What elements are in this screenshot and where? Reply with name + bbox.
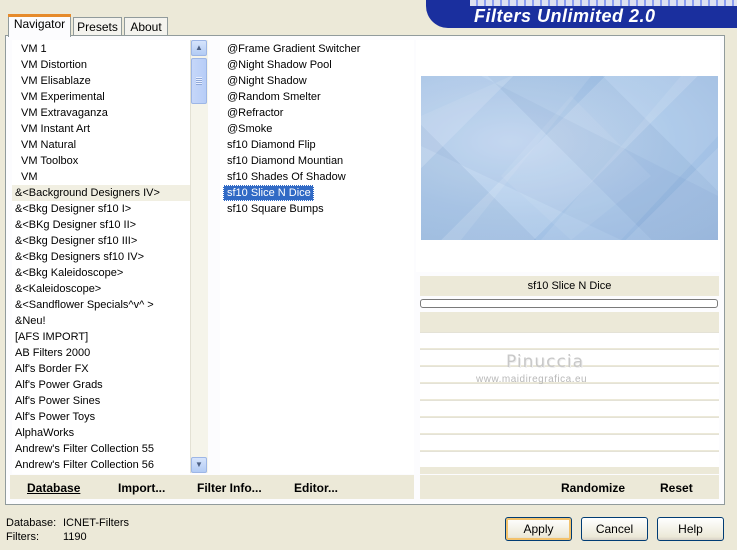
tab-navigator[interactable]: Navigator xyxy=(8,14,71,37)
database-button[interactable]: Database xyxy=(27,481,80,495)
scroll-up-button[interactable]: ▲ xyxy=(191,40,207,56)
list-item[interactable]: @Smoke xyxy=(223,121,275,137)
reset-button[interactable]: Reset xyxy=(660,481,693,495)
list-item[interactable]: @Night Shadow xyxy=(223,73,310,89)
list-item[interactable]: VM Toolbox xyxy=(12,153,190,169)
list-item[interactable]: VM Instant Art xyxy=(12,121,190,137)
scroll-down-button[interactable]: ▼ xyxy=(191,457,207,473)
chevron-down-icon: ▼ xyxy=(195,460,203,469)
database-value: ICNET-Filters xyxy=(63,517,129,529)
chevron-up-icon: ▲ xyxy=(195,43,203,52)
tab-presets[interactable]: Presets xyxy=(73,17,122,36)
list-item[interactable]: VM Experimental xyxy=(12,89,190,105)
list-item[interactable]: &<Sandflower Specials^v^ > xyxy=(12,297,190,313)
param-row[interactable] xyxy=(420,434,719,450)
category-list[interactable]: VM 1 VM Distortion VM Elisablaze VM Experim… xyxy=(12,40,190,474)
filter-list[interactable]: @Frame Gradient Switcher @Night Shadow Po… xyxy=(220,40,414,474)
list-item[interactable]: sf10 Square Bumps xyxy=(223,201,327,217)
list-item[interactable]: &Neu! xyxy=(12,313,190,329)
progress-bar xyxy=(420,299,718,308)
list-item[interactable]: AlphaWorks xyxy=(12,425,190,441)
randomize-button[interactable]: Randomize xyxy=(561,481,625,495)
list-item[interactable]: sf10 Shades Of Shadow xyxy=(223,169,349,185)
list-item[interactable]: Andrew's Filter Collection 55 xyxy=(12,441,190,457)
watermark-name: Pinuccia xyxy=(506,352,584,372)
list-item[interactable]: VM 1 xyxy=(12,41,190,57)
apply-button[interactable]: Apply xyxy=(505,517,572,541)
list-item[interactable]: VM Elisablaze xyxy=(12,73,190,89)
param-row[interactable] xyxy=(420,417,719,433)
selected-filter-name: sf10 Slice N Dice xyxy=(420,276,719,296)
list-item[interactable]: [AFS IMPORT] xyxy=(12,329,190,345)
scroll-thumb[interactable] xyxy=(191,58,207,104)
param-row[interactable] xyxy=(420,332,719,348)
grip-icon xyxy=(196,77,202,85)
preview-pattern xyxy=(421,76,718,240)
list-item[interactable]: @Refractor xyxy=(223,105,286,121)
editor-button[interactable]: Editor... xyxy=(294,481,338,495)
cancel-button[interactable]: Cancel xyxy=(581,517,648,541)
list-item[interactable]: VM xyxy=(12,169,190,185)
filters-label: Filters: xyxy=(6,531,39,543)
list-item[interactable]: &<Kaleidoscope> xyxy=(12,281,190,297)
preview-image xyxy=(421,76,718,240)
filters-count: 1190 xyxy=(63,531,87,543)
list-item[interactable]: Andrew's Filter Collection 56 xyxy=(12,457,190,473)
list-item[interactable]: sf10 Diamond Flip xyxy=(223,137,319,153)
param-row[interactable] xyxy=(420,451,719,467)
database-label: Database: xyxy=(6,517,57,529)
list-item[interactable]: &<Bkg Designers sf10 IV> xyxy=(12,249,190,265)
list-item[interactable]: Alf's Power Grads xyxy=(12,377,190,393)
filter-info-button[interactable]: Filter Info... xyxy=(197,481,262,495)
import-button[interactable]: Import... xyxy=(118,481,165,495)
parameter-area xyxy=(420,312,719,474)
list-item[interactable]: Alf's Power Toys xyxy=(12,409,190,425)
list-item[interactable]: sf10 Diamond Mountian xyxy=(223,153,346,169)
list-item[interactable]: Alf's Border FX xyxy=(12,361,190,377)
list-item[interactable]: &<Bkg Kaleidoscope> xyxy=(12,265,190,281)
list-item[interactable]: Alf's Power Sines xyxy=(12,393,190,409)
param-row[interactable] xyxy=(420,383,719,399)
list-item[interactable]: VM Distortion xyxy=(12,57,190,73)
list-item[interactable]: VM Natural xyxy=(12,137,190,153)
category-scrollbar[interactable]: ▲ ▼ xyxy=(190,40,208,473)
app-logo: Filters Unlimited 2.0 xyxy=(474,6,656,26)
tab-about[interactable]: About xyxy=(124,17,168,36)
list-item[interactable]: @Random Smelter xyxy=(223,89,324,105)
list-item[interactable]: &<Bkg Designer sf10 III> xyxy=(12,233,190,249)
list-item-selected[interactable]: sf10 Slice N Dice xyxy=(223,185,314,201)
list-item[interactable]: @Night Shadow Pool xyxy=(223,57,335,73)
list-item[interactable]: &<BKg Designer sf10 II> xyxy=(12,217,190,233)
list-item[interactable]: &<Bkg Designer sf10 I> xyxy=(12,201,190,217)
param-row[interactable] xyxy=(420,400,719,416)
watermark-site: www.maidiregrafica.eu xyxy=(476,374,588,385)
list-item[interactable]: @Frame Gradient Switcher xyxy=(223,41,363,57)
help-button[interactable]: Help xyxy=(657,517,724,541)
list-item-selected[interactable]: &<Background Designers IV> xyxy=(12,185,190,201)
list-item[interactable]: AB Filters 2000 xyxy=(12,345,190,361)
list-item[interactable]: VM Extravaganza xyxy=(12,105,190,121)
